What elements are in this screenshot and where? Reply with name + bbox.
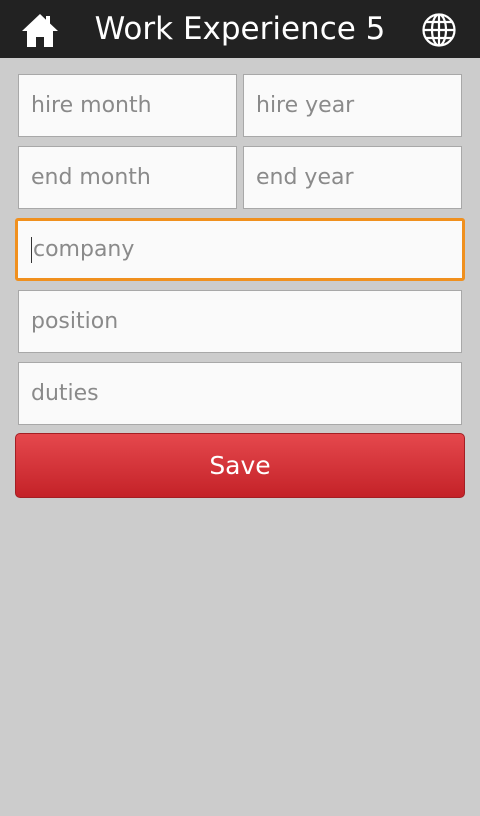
page-title: Work Experience 5	[94, 11, 386, 47]
company-placeholder: company	[33, 237, 135, 262]
hire-month-placeholder: hire month	[31, 93, 152, 118]
text-cursor	[31, 236, 32, 263]
position-field[interactable]: position	[18, 290, 462, 353]
hire-month-field[interactable]: hire month	[18, 74, 237, 137]
hire-year-field[interactable]: hire year	[243, 74, 462, 137]
save-button-label: Save	[209, 451, 271, 480]
hire-year-placeholder: hire year	[256, 93, 355, 118]
end-month-placeholder: end month	[31, 165, 151, 190]
globe-icon[interactable]	[421, 12, 457, 48]
position-placeholder: position	[31, 309, 119, 334]
header-bar: Work Experience 5	[0, 0, 480, 58]
end-year-field[interactable]: end year	[243, 146, 462, 209]
company-field[interactable]: company	[15, 218, 465, 281]
end-month-field[interactable]: end month	[18, 146, 237, 209]
end-year-placeholder: end year	[256, 165, 354, 190]
duties-placeholder: duties	[31, 381, 99, 406]
duties-field[interactable]: duties	[18, 362, 462, 425]
save-button[interactable]: Save	[15, 433, 465, 498]
home-icon[interactable]	[20, 11, 60, 49]
